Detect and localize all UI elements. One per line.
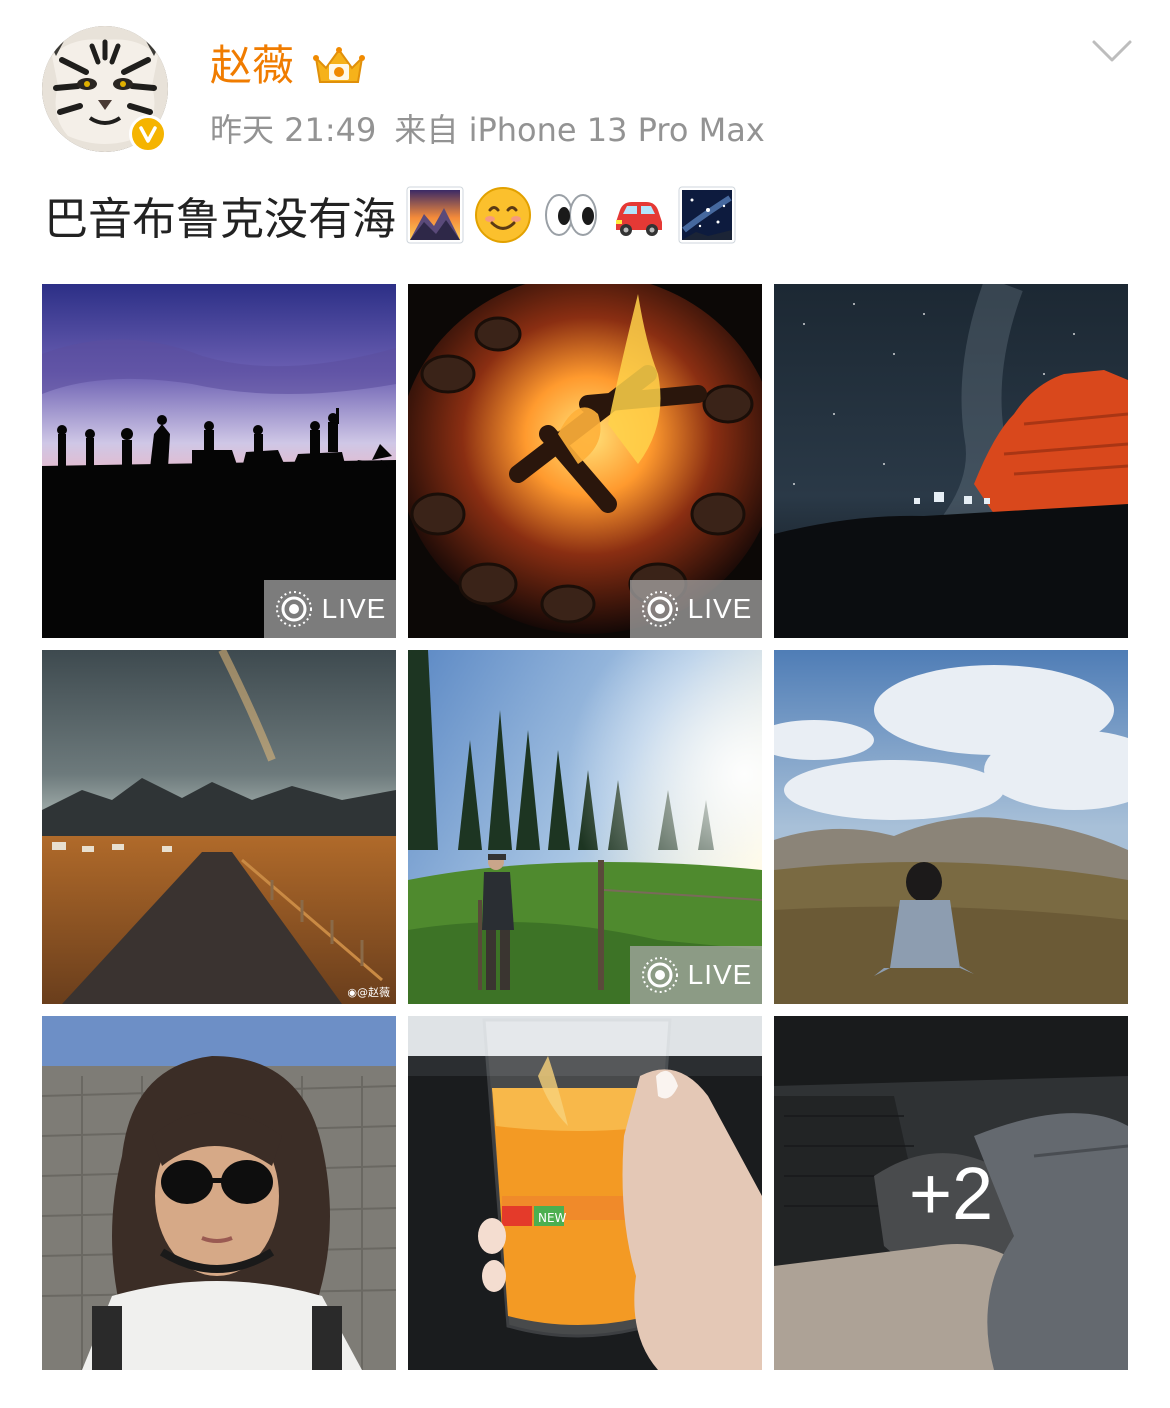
photo-car-interior-legs[interactable]: +2 — [774, 1016, 1128, 1370]
red-car-emoji-icon — [610, 186, 668, 244]
more-photos-overlay[interactable]: +2 — [774, 1016, 1128, 1370]
photo-juice-cup[interactable]: NEW — [408, 1016, 762, 1370]
photo-milky-way-red-rock[interactable] — [774, 284, 1128, 638]
photo-woman-on-grassland[interactable] — [774, 650, 1128, 1004]
live-photo-badge: LIVE — [630, 580, 762, 638]
live-photo-icon — [641, 957, 678, 993]
post-meta: 昨天 21:49 来自 iPhone 13 Pro Max — [210, 108, 765, 152]
live-photo-badge: LIVE — [630, 946, 762, 1004]
cup-brand-text: NEW — [538, 1211, 567, 1225]
post-text: 巴音布鲁克没有海 — [44, 184, 736, 246]
photo-campfire[interactable]: LIVE — [408, 284, 762, 638]
photo-man-in-forest-meadow[interactable]: LIVE — [408, 650, 762, 1004]
photo-horse-riders-silhouette[interactable]: LIVE — [42, 284, 396, 638]
eyes-emoji-icon — [542, 186, 600, 244]
smiling-face-emoji-icon — [474, 186, 532, 244]
live-label: LIVE — [321, 593, 387, 624]
photo-road-rainbow-mountains[interactable]: ◉@赵薇 — [42, 650, 396, 1004]
more-count: +2 — [908, 1151, 994, 1235]
post-time: 昨天 21:49 — [210, 111, 377, 149]
live-photo-icon — [275, 591, 312, 627]
watermark: ◉@赵薇 — [347, 986, 390, 999]
post-body: 巴音布鲁克没有海 — [44, 194, 396, 245]
chevron-down-icon[interactable] — [1090, 36, 1134, 66]
live-photo-icon — [641, 591, 678, 627]
post-source[interactable]: 来自 iPhone 13 Pro Max — [394, 111, 764, 149]
photo-selfie-sunglasses[interactable] — [42, 1016, 396, 1370]
live-label: LIVE — [687, 959, 753, 990]
live-label: LIVE — [687, 593, 753, 624]
author-name[interactable]: 赵薇 — [210, 38, 294, 94]
milky-way-emoji-icon — [678, 186, 736, 244]
photo-grid: LIVE LIVE ◉@赵薇 LIVE NEW +2 — [42, 284, 1128, 1370]
crown-icon[interactable] — [312, 44, 366, 88]
verified-v-icon — [129, 115, 167, 153]
sunrise-over-mountains-emoji-icon — [406, 186, 464, 244]
live-photo-badge: LIVE — [264, 580, 396, 638]
